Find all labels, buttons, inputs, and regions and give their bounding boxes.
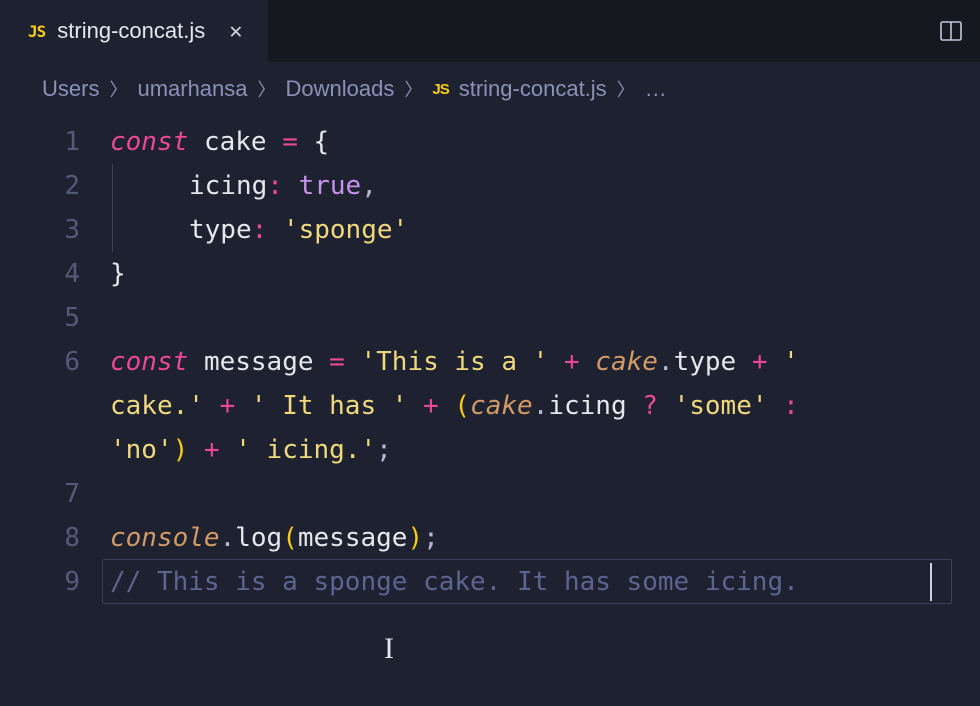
line-number: 4	[0, 252, 80, 296]
line-number: 9	[0, 560, 80, 604]
line-number: 6	[0, 340, 80, 472]
breadcrumb-ellipsis[interactable]: …	[645, 76, 667, 102]
close-icon[interactable]: ✕	[223, 17, 248, 46]
breadcrumb-segment[interactable]: umarhansa	[137, 76, 247, 102]
code-editor[interactable]: 123456789 // adjust gutter wrapper line …	[0, 116, 980, 604]
line-number: 5	[0, 296, 80, 340]
breadcrumb-segment[interactable]: Downloads	[286, 76, 395, 102]
line-number: 1	[0, 120, 80, 164]
line-number: 3	[0, 208, 80, 252]
chevron-right-icon: 〉	[617, 76, 635, 102]
code-line-wrap[interactable]: 'no') + ' icing.';	[110, 428, 980, 472]
code-line-active[interactable]: // This is a sponge cake. It has some ic…	[110, 560, 980, 604]
breadcrumb-file[interactable]: string-concat.js	[459, 76, 607, 102]
code-line[interactable]: icing: true,	[110, 164, 980, 208]
code-line[interactable]: const cake = {	[110, 120, 980, 164]
line-number: 2	[0, 164, 80, 208]
chevron-right-icon: 〉	[258, 76, 276, 102]
code-content[interactable]: // adjust gutter wrapper line 6 display …	[110, 120, 980, 604]
text-cursor	[930, 563, 932, 601]
tab-bar: JS string-concat.js ✕	[0, 0, 980, 62]
js-file-icon: JS	[28, 22, 45, 41]
line-number: 8	[0, 516, 80, 560]
code-line[interactable]	[110, 296, 980, 340]
chevron-right-icon: 〉	[109, 76, 127, 102]
js-file-icon: JS	[432, 81, 448, 98]
code-line[interactable]: }	[110, 252, 980, 296]
code-line[interactable]: type: 'sponge'	[110, 208, 980, 252]
breadcrumb[interactable]: Users 〉 umarhansa 〉 Downloads 〉 JS strin…	[0, 62, 980, 116]
code-line[interactable]: const message = 'This is a ' + cake.type…	[110, 340, 980, 384]
code-line[interactable]: console.log(message);	[110, 516, 980, 560]
code-line[interactable]	[110, 472, 980, 516]
split-editor-icon[interactable]	[938, 19, 964, 43]
breadcrumb-segment[interactable]: Users	[42, 76, 99, 102]
tab-string-concat[interactable]: JS string-concat.js ✕	[0, 0, 269, 62]
code-line-wrap[interactable]: cake.' + ' It has ' + (cake.icing ? 'som…	[110, 384, 980, 428]
mouse-text-cursor-icon: I	[384, 632, 394, 666]
line-number-gutter: 123456789	[0, 120, 110, 604]
line-number: 7	[0, 472, 80, 516]
chevron-right-icon: 〉	[404, 76, 422, 102]
tab-title: string-concat.js	[57, 18, 205, 44]
